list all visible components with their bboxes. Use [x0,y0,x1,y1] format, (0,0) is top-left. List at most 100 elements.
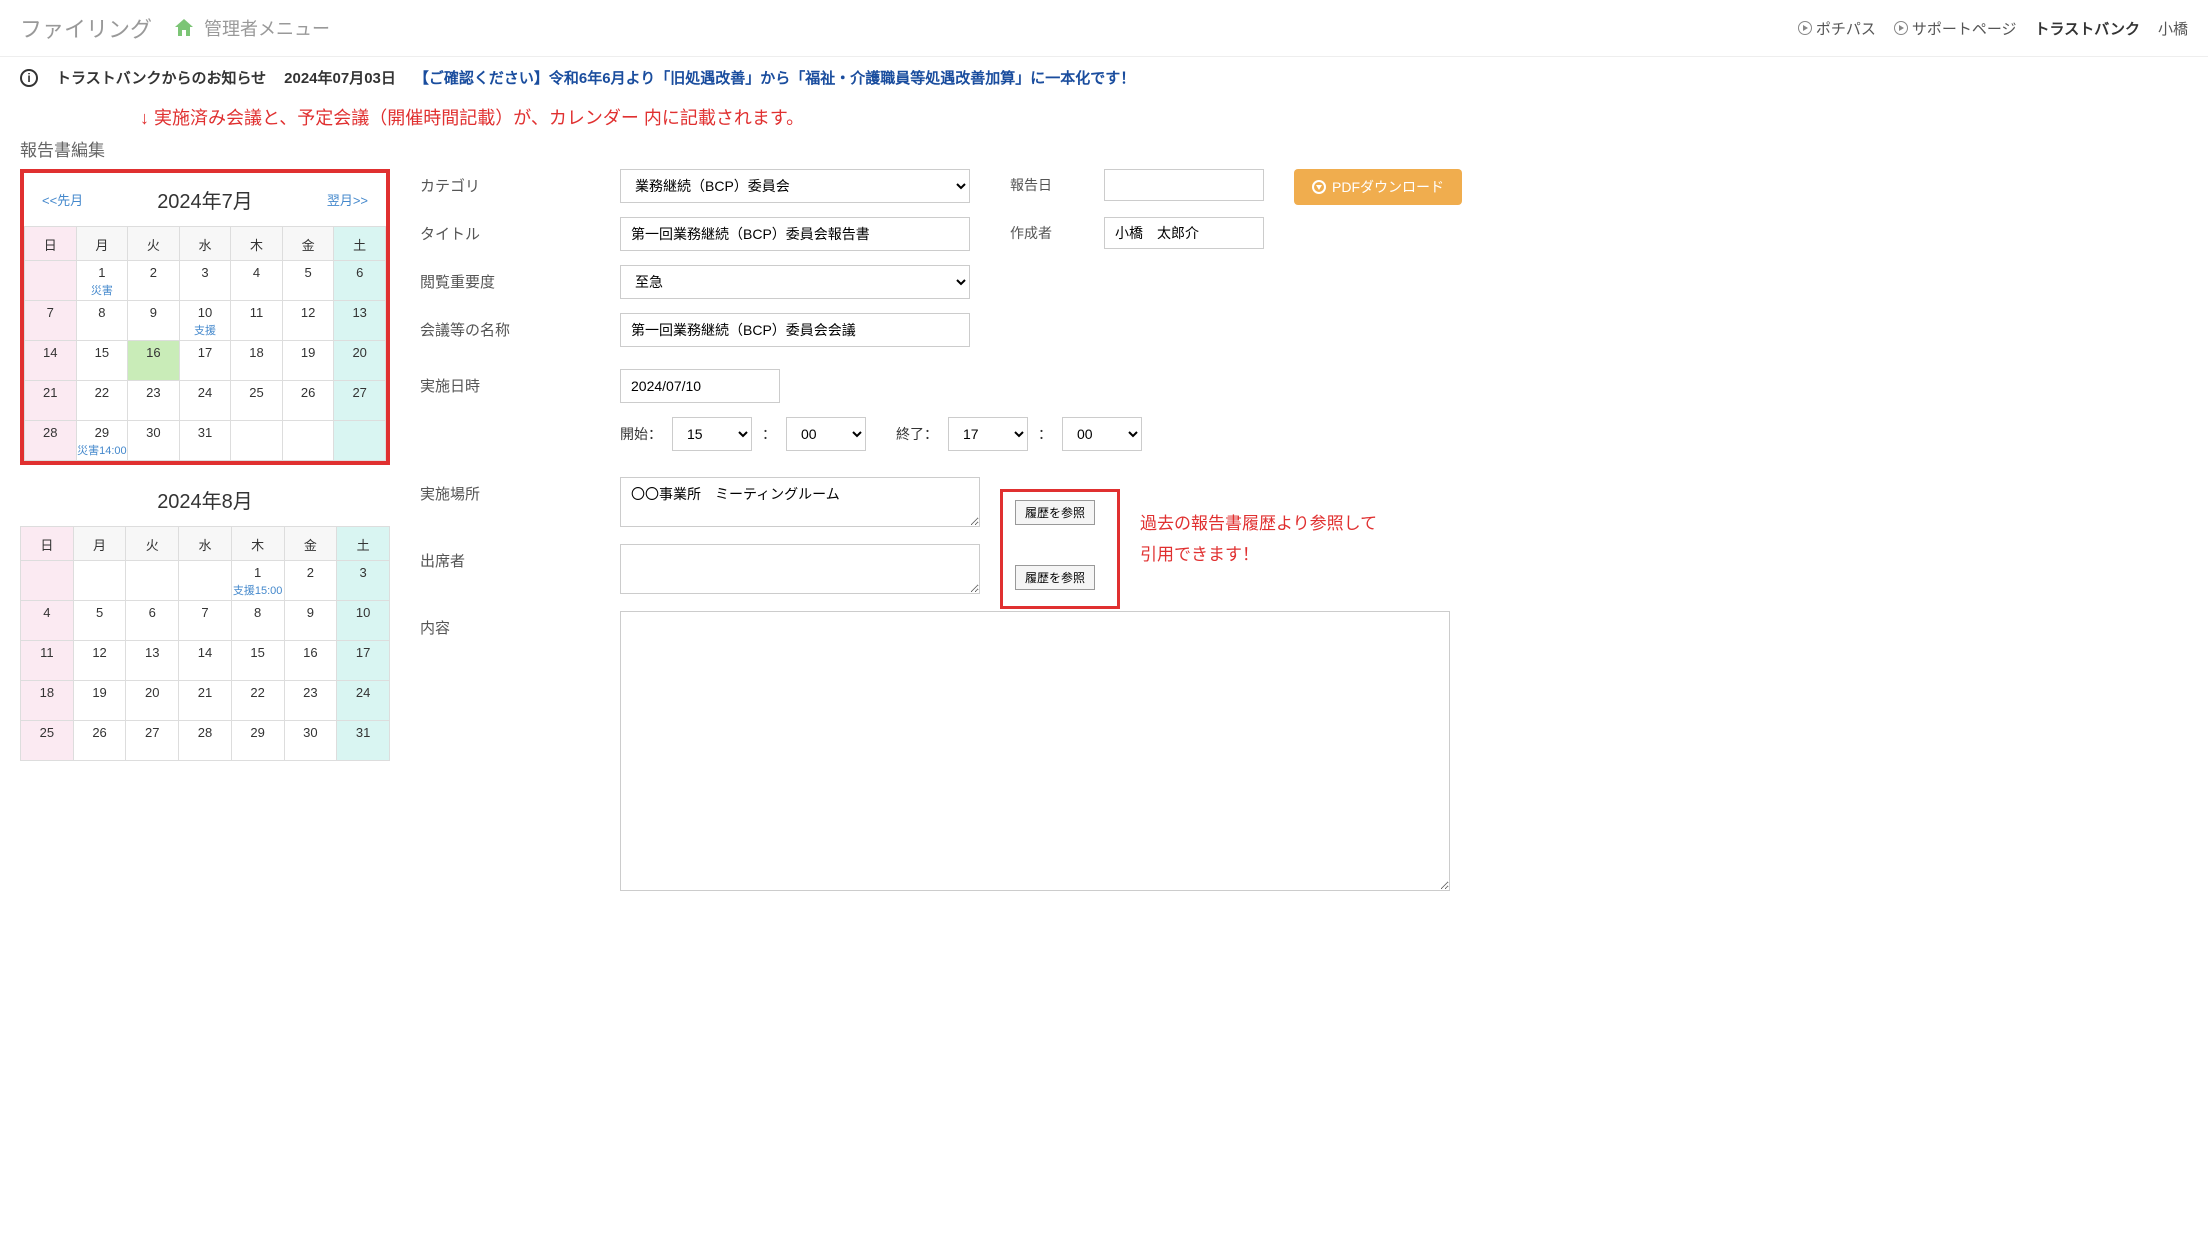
cal-cell[interactable]: 21 [179,681,232,721]
cal-cell[interactable]: 28 [179,721,232,761]
cal-cell[interactable]: 25 [21,721,74,761]
cal-cell[interactable]: 21 [25,381,77,421]
cal-cell[interactable]: 16 [284,641,337,681]
cal-cell[interactable]: 1災害 [76,261,128,301]
cal-cell[interactable]: 12 [282,301,334,341]
cal-cell[interactable]: 27 [334,381,386,421]
cal-cell[interactable]: 17 [337,641,390,681]
cal-cell[interactable]: 9 [128,301,180,341]
category-select[interactable]: 業務継続（BCP）委員会 [620,169,970,203]
cal-cell[interactable]: 9 [284,601,337,641]
cal-cell[interactable]: 29 [231,721,284,761]
importance-select[interactable]: 至急 [620,265,970,299]
cal-event[interactable]: 支援15:00 [232,582,284,598]
cal-cell-today[interactable]: 16 [128,341,180,381]
cal-event[interactable]: 災害14:00 [77,442,128,458]
content-textarea[interactable] [620,611,1450,891]
link-pochipass[interactable]: ポチパス [1798,18,1876,39]
cal-cell[interactable]: 2 [284,561,337,601]
admin-menu-link[interactable]: 管理者メニュー [204,15,330,41]
cal-cell[interactable]: 10 [337,601,390,641]
cal-cell[interactable]: 20 [126,681,179,721]
cal-event[interactable]: 支援 [180,322,231,338]
cal-cell[interactable]: 7 [179,601,232,641]
end-min-select[interactable]: 00 [1062,417,1142,451]
cal-cell[interactable]: 13 [126,641,179,681]
cal-cell[interactable] [126,561,179,601]
cal-cell[interactable]: 31 [179,421,231,461]
meeting-name-input[interactable] [620,313,970,347]
cal-cell[interactable]: 7 [25,301,77,341]
cal-cell[interactable]: 27 [126,721,179,761]
date-input[interactable] [620,369,780,403]
cal-cell[interactable]: 8 [76,301,128,341]
cal-cell[interactable] [231,421,283,461]
cal-cell[interactable]: 19 [282,341,334,381]
cal-cell[interactable]: 8 [231,601,284,641]
cal-cell[interactable]: 29災害14:00 [76,421,128,461]
cal-cell[interactable] [73,561,126,601]
dow-sun: 日 [25,227,77,261]
title-input[interactable] [620,217,970,251]
cal-cell[interactable]: 23 [284,681,337,721]
cal-cell[interactable]: 20 [334,341,386,381]
cal-cell[interactable]: 4 [231,261,283,301]
cal-cell[interactable]: 28 [25,421,77,461]
cal-cell[interactable]: 2 [128,261,180,301]
cal-cell[interactable]: 18 [231,341,283,381]
cal-cell[interactable]: 12 [73,641,126,681]
cal-cell[interactable]: 13 [334,301,386,341]
cal-cell[interactable]: 18 [21,681,74,721]
cal-event[interactable]: 災害 [77,282,128,298]
start-min-select[interactable]: 00 [786,417,866,451]
cal-cell[interactable]: 15 [231,641,284,681]
history-ref-button-place[interactable]: 履歴を参照 [1015,500,1095,525]
cal-cell[interactable]: 22 [76,381,128,421]
user-name: 小橋 [2158,18,2188,39]
notice-text[interactable]: 【ご確認ください】令和6年6月より「旧処遇改善」から「福祉・介護職員等処遇改善加… [414,67,1135,88]
cal-cell[interactable] [179,561,232,601]
pdf-download-button[interactable]: PDFダウンロード [1294,169,1462,205]
cal-cell[interactable]: 19 [73,681,126,721]
cal-cell[interactable]: 17 [179,341,231,381]
cal-cell[interactable]: 26 [282,381,334,421]
home-icon[interactable] [172,16,196,40]
cal-cell[interactable]: 11 [21,641,74,681]
cal-cell[interactable]: 11 [231,301,283,341]
cal-cell[interactable]: 5 [73,601,126,641]
cal-cell[interactable]: 14 [25,341,77,381]
cal-cell[interactable] [25,261,77,301]
prev-month-link[interactable]: <<先月 [42,190,83,209]
report-date-input[interactable] [1104,169,1264,201]
cal-cell[interactable]: 14 [179,641,232,681]
start-hour-select[interactable]: 15 [672,417,752,451]
end-hour-select[interactable]: 17 [948,417,1028,451]
cal-cell[interactable]: 23 [128,381,180,421]
cal-cell[interactable]: 30 [284,721,337,761]
cal-cell[interactable]: 22 [231,681,284,721]
cal-cell[interactable]: 3 [179,261,231,301]
cal-cell[interactable]: 30 [128,421,180,461]
next-month-link[interactable]: 翌月>> [327,190,368,209]
attendee-textarea[interactable] [620,544,980,594]
cal-cell[interactable]: 25 [231,381,283,421]
cal-cell[interactable]: 6 [126,601,179,641]
cal-cell[interactable]: 24 [179,381,231,421]
cal-cell[interactable]: 31 [337,721,390,761]
cal-cell[interactable]: 6 [334,261,386,301]
cal-cell[interactable]: 3 [337,561,390,601]
cal-cell[interactable]: 5 [282,261,334,301]
cal-cell[interactable]: 26 [73,721,126,761]
cal-cell[interactable]: 15 [76,341,128,381]
cal-cell[interactable]: 1支援15:00 [231,561,284,601]
cal-cell[interactable]: 10支援 [179,301,231,341]
cal-cell[interactable] [21,561,74,601]
author-input[interactable] [1104,217,1264,249]
place-textarea[interactable]: 〇〇事業所 ミーティングルーム [620,477,980,527]
cal-cell[interactable]: 4 [21,601,74,641]
link-support[interactable]: サポートページ [1894,18,2017,39]
cal-cell[interactable] [334,421,386,461]
cal-cell[interactable]: 24 [337,681,390,721]
history-ref-button-attendee[interactable]: 履歴を参照 [1015,565,1095,590]
cal-cell[interactable] [282,421,334,461]
